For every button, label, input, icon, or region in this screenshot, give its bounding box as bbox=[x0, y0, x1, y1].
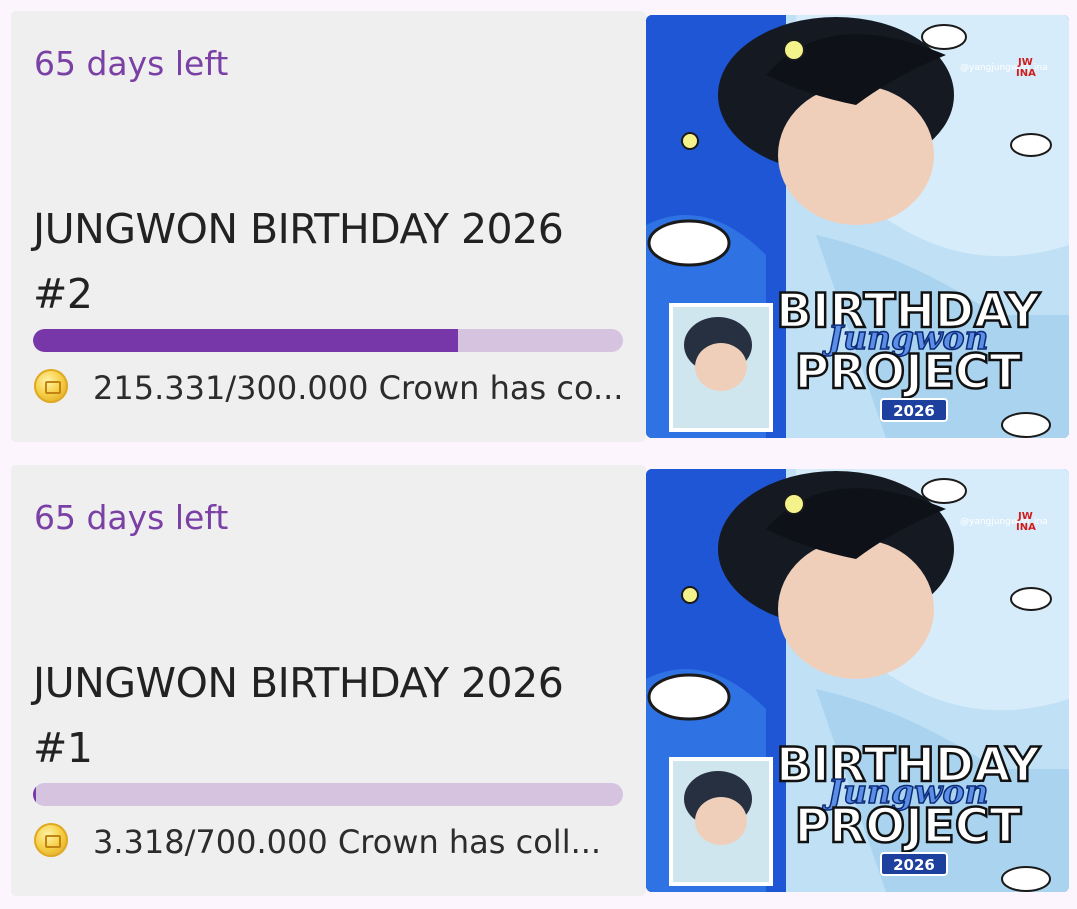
jw-tag-bottom: INA bbox=[1016, 522, 1036, 533]
progress-bar-fill bbox=[33, 783, 36, 806]
campaign-thumbnail[interactable]: @yangjungwon_ina JW INA BIRTHDAY Jungwon… bbox=[646, 469, 1069, 892]
campaign-title[interactable]: JUNGWON BIRTHDAY 2026 #2 bbox=[33, 197, 633, 327]
campaign-card[interactable]: 65 days left JUNGWON BIRTHDAY 2026 #2 21… bbox=[11, 11, 1069, 442]
crown-coin-icon bbox=[34, 369, 68, 403]
progress-bar bbox=[33, 329, 623, 352]
poster-year: 2026 bbox=[893, 856, 935, 874]
jw-tag-top: JW bbox=[1017, 511, 1033, 522]
poster-year: 2026 bbox=[893, 402, 935, 420]
jw-tag-bottom: INA bbox=[1016, 68, 1036, 79]
poster-line3: PROJECT bbox=[795, 345, 1022, 400]
collected-amount: 3.318/700.000 Crown has coll... bbox=[93, 823, 602, 861]
campaign-title[interactable]: JUNGWON BIRTHDAY 2026 #1 bbox=[33, 651, 633, 781]
collected-amount: 215.331/300.000 Crown has co... bbox=[93, 369, 624, 407]
campaign-card[interactable]: 65 days left JUNGWON BIRTHDAY 2026 #1 3.… bbox=[11, 465, 1069, 896]
progress-bar bbox=[33, 783, 623, 806]
campaign-thumbnail[interactable]: @yangjungwon_ina JW INA BIRTHDAY Jungwon… bbox=[646, 15, 1069, 438]
days-left-label: 65 days left bbox=[34, 498, 229, 537]
face-shape bbox=[778, 85, 934, 225]
progress-bar-fill bbox=[33, 329, 458, 352]
crown-coin-icon bbox=[34, 823, 68, 857]
campaign-info: 65 days left JUNGWON BIRTHDAY 2026 #2 21… bbox=[11, 11, 646, 442]
days-left-label: 65 days left bbox=[34, 44, 229, 83]
face-shape bbox=[778, 539, 934, 679]
jw-tag-top: JW bbox=[1017, 57, 1033, 68]
poster-line3: PROJECT bbox=[795, 799, 1022, 854]
campaign-info: 65 days left JUNGWON BIRTHDAY 2026 #1 3.… bbox=[11, 465, 646, 896]
